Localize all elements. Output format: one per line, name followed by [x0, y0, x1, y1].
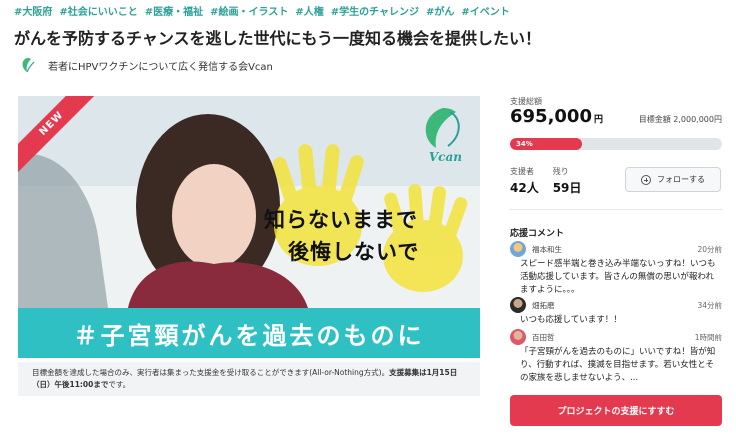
- remaining-stat: 残り 59日: [553, 166, 582, 196]
- remaining-value: 59日: [552, 181, 582, 195]
- owner-logo[interactable]: [18, 56, 36, 74]
- comment-item[interactable]: 畑拓磨 34分前 いつも応援しています！！: [510, 297, 722, 327]
- notice-text-end: です。: [108, 380, 131, 389]
- comment-body: スピード感半端と巻き込み半端ないっすね！いつも活動応援しています。皆さんの無償の…: [520, 259, 716, 295]
- remaining-label: 残り: [552, 167, 569, 176]
- hero-copy-line1: 知らないままで: [264, 208, 418, 232]
- comment-body: いつも応援しています！！: [520, 315, 622, 325]
- vcan-logo-text: Vcan: [428, 150, 462, 164]
- comment-author: 福本和生: [532, 244, 562, 254]
- avatar: [510, 241, 526, 257]
- all-or-nothing-notice: 目標金額を達成した場合のみ、実行者は集まった支援金を受け取ることができます(Al…: [18, 362, 480, 396]
- notice-text: 目標金額を達成した場合のみ、実行者は集まった支援金を受け取ることができます(Al…: [32, 368, 390, 377]
- follow-button-label: フォローする: [657, 175, 705, 184]
- comment-time: 1時間前: [694, 332, 722, 342]
- raised-unit: 円: [593, 115, 603, 125]
- comment-time: 34分前: [697, 300, 722, 310]
- funding-progress-bar: 34%: [510, 138, 722, 150]
- comment-item[interactable]: 福本和生 20分前 スピード感半端と巻き込み半端ないっすね！いつも活動応援してい…: [510, 241, 722, 297]
- tag-list: #大阪府 #社会にいいこと #医療・福祉 #絵画・イラスト #人権 #学生のチャ…: [14, 4, 510, 22]
- tag-link[interactable]: #大阪府: [14, 4, 52, 22]
- comment-item[interactable]: 百田哲 1時間前 「子宮頸がんを過去のものに」いいですね！皆が知り、行動すれば、…: [510, 329, 722, 385]
- tag-link[interactable]: #イベント: [461, 4, 509, 22]
- project-stats: 支援者 42人 残り 59日: [510, 166, 581, 196]
- comments-heading: 応援コメント: [510, 229, 565, 239]
- support-project-button[interactable]: プロジェクトの支援にすすむ: [510, 395, 722, 426]
- tag-link[interactable]: #絵画・イラスト: [210, 4, 288, 22]
- divider: [510, 209, 722, 210]
- hero-hashtag: ＃子宮頸がんを過去のものに: [73, 321, 425, 350]
- tag-link[interactable]: #医療・福祉: [145, 4, 203, 22]
- raised-amount-row: 695,000 円 目標金額 2,000,000円: [510, 106, 722, 127]
- supporters-value: 42人: [510, 181, 539, 195]
- plus-circle-icon: [641, 174, 651, 185]
- tag-link[interactable]: #人権: [295, 4, 323, 22]
- goal-amount: 目標金額 2,000,000円: [638, 115, 722, 124]
- tag-link[interactable]: #社会にいいこと: [59, 4, 137, 22]
- project-main-image[interactable]: NEW Vcan 知らないままで 後悔しないで ＃子宮頸がんを過去のものに: [18, 96, 480, 358]
- owner-name[interactable]: 若者にHPVワクチンについて広く発信する会Vcan: [48, 58, 273, 73]
- comment-body: 「子宮頸がんを過去のものに」いいですね！皆が知り、行動すれば、撲滅を目指せます。…: [520, 347, 716, 383]
- tag-link[interactable]: #学生のチャレンジ: [331, 4, 419, 22]
- comment-author: 百田哲: [532, 332, 555, 342]
- avatar: [510, 329, 526, 345]
- hero-copy-line2: 後悔しないで: [288, 240, 420, 264]
- funding-progress-fill: 34%: [510, 138, 583, 150]
- raised-amount: 695,000: [510, 106, 592, 127]
- supporters-label: 支援者: [510, 167, 534, 176]
- comment-time: 20分前: [697, 244, 722, 254]
- funding-percent: 34%: [516, 140, 533, 148]
- hero-hashtag-bar: ＃子宮頸がんを過去のものに: [18, 308, 480, 358]
- tag-link[interactable]: #がん: [426, 4, 454, 22]
- supporters-stat: 支援者 42人: [510, 166, 539, 196]
- comment-author: 畑拓磨: [532, 300, 555, 310]
- follow-button[interactable]: フォローする: [625, 167, 721, 192]
- project-title: がんを予防するチャンスを逃した世代にもう一度知る機会を提供したい！: [14, 29, 542, 48]
- avatar: [510, 297, 526, 313]
- project-owner: 若者にHPVワクチンについて広く発信する会Vcan: [18, 55, 273, 75]
